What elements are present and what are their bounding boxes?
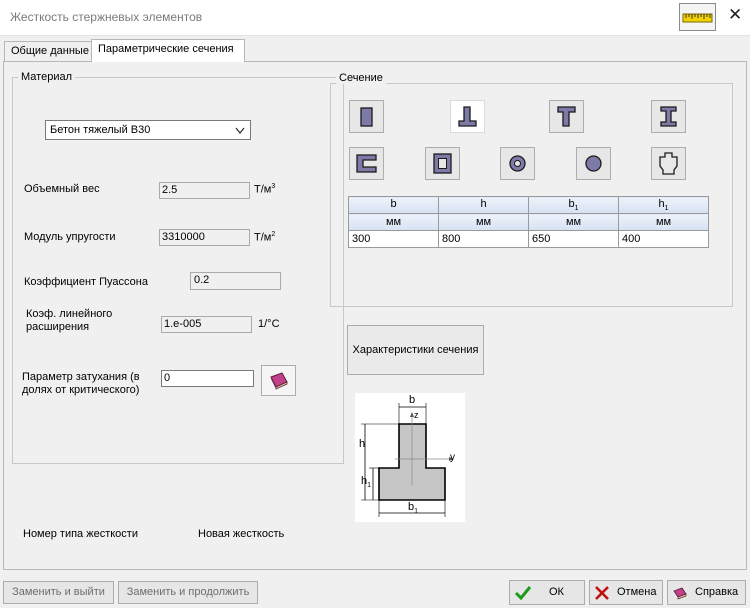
diagram-label-b: b [409, 394, 416, 406]
table-value-row: 300 800 650 400 [348, 230, 709, 248]
section-shape-i-beam[interactable] [651, 100, 686, 133]
ring-section-icon [509, 155, 526, 172]
section-parameters-table: b h b1 h1 мм мм мм мм 300 800 650 400 [348, 196, 709, 248]
table-header-row: b h b1 h1 [348, 196, 709, 214]
thermal-expansion-unit: 1/°C [258, 318, 280, 330]
stiffness-type-value: Новая жесткость [198, 528, 285, 540]
inverted-tee-section-icon [557, 106, 576, 127]
section-shape-ring[interactable] [500, 147, 535, 180]
diagram-label-z: z [414, 410, 419, 420]
elastic-modulus-label: Модуль упругости [24, 231, 116, 243]
section-shape-rectangle[interactable] [349, 100, 384, 133]
replace-and-continue-button[interactable]: Заменить и продолжить [118, 581, 258, 604]
elastic-modulus-field[interactable]: 3310000 [159, 229, 250, 246]
diagram-label-h: h [359, 438, 366, 450]
stiffness-type-label: Номер типа жесткости [23, 528, 138, 540]
section-shape-circle[interactable] [576, 147, 611, 180]
unit-weight-unit: Т/м3 [254, 183, 276, 196]
ruler-icon [682, 13, 713, 23]
thermal-expansion-field[interactable]: 1.e-005 [161, 316, 252, 333]
thermal-expansion-label-line2: расширения [26, 321, 90, 333]
table-unit-row: мм мм мм мм [348, 213, 709, 231]
unit-weight-field[interactable]: 2.5 [159, 182, 250, 199]
param-header-h: h [438, 196, 529, 214]
cancel-button-label: Отмена [617, 586, 657, 598]
damping-field[interactable]: 0 [161, 370, 254, 387]
poisson-field[interactable]: 0.2 [190, 272, 281, 290]
tee-section-icon [458, 106, 477, 127]
damping-label-line2: долях от критического) [22, 384, 140, 396]
section-shape-channel[interactable] [349, 147, 384, 180]
material-group-label: Материал [18, 71, 75, 83]
window-title: Жесткость стержневых элементов [10, 10, 203, 24]
diagram-label-h1: h1 [361, 475, 372, 490]
param-unit-h1: мм [618, 213, 709, 231]
checkmark-icon [514, 586, 532, 601]
ok-button[interactable]: ОК [509, 580, 585, 605]
section-shape-inverted-tee[interactable] [549, 100, 584, 133]
param-unit-h: мм [438, 213, 529, 231]
help-button[interactable]: Справка [667, 580, 746, 605]
section-characteristics-button[interactable]: Характеристики сечения [347, 325, 484, 375]
replace-and-exit-button[interactable]: Заменить и выйти [3, 581, 114, 604]
rectangle-section-icon [360, 107, 373, 127]
diagram-label-b1: b1 [408, 501, 419, 516]
thermal-expansion-label-line1: Коэф. линейного [26, 308, 113, 320]
channel-section-icon [356, 154, 377, 173]
cancel-button[interactable]: Отмена [589, 580, 663, 605]
book-icon [270, 372, 288, 390]
section-shape-tee[interactable] [450, 100, 485, 133]
cross-section-icon [659, 152, 678, 175]
poisson-label: Коэффициент Пуассона [24, 276, 148, 288]
param-unit-b1: мм [528, 213, 619, 231]
diagram-label-y: y [450, 452, 455, 463]
chevron-down-icon [235, 127, 245, 135]
close-icon[interactable]: ✕ [728, 5, 742, 25]
tab-parametric-sections[interactable]: Параметрические сечения [91, 39, 245, 62]
section-shape-cross[interactable] [651, 147, 686, 180]
param-value-b[interactable]: 300 [348, 230, 439, 248]
elastic-modulus-unit: Т/м2 [254, 231, 276, 244]
param-value-h1[interactable]: 400 [618, 230, 709, 248]
ok-button-label: ОК [549, 586, 564, 598]
material-select[interactable]: Бетон тяжелый B30 [45, 120, 251, 140]
i-beam-section-icon [660, 106, 677, 127]
tab-general-data[interactable]: Общие данные [4, 41, 92, 61]
param-header-h1: h1 [618, 196, 709, 214]
ruler-button[interactable] [679, 3, 716, 31]
material-select-value: Бетон тяжелый B30 [50, 124, 151, 136]
unit-weight-label: Объемный вес [24, 183, 100, 195]
param-value-h[interactable]: 800 [438, 230, 529, 248]
param-header-b1: b1 [528, 196, 619, 214]
circle-section-icon [585, 155, 602, 172]
help-button-label: Справка [695, 586, 739, 598]
box-section-icon [433, 153, 452, 174]
param-header-b: b [348, 196, 439, 214]
section-diagram: b z y h h1 b1 [355, 393, 465, 522]
param-unit-b: мм [348, 213, 439, 231]
param-value-b1[interactable]: 650 [528, 230, 619, 248]
damping-help-button[interactable] [261, 365, 296, 396]
book-icon [673, 587, 687, 600]
close-icon [595, 586, 609, 600]
damping-label-line1: Параметр затухания (в [22, 371, 140, 383]
section-group-label: Сечение [336, 72, 386, 84]
section-shape-box[interactable] [425, 147, 460, 180]
